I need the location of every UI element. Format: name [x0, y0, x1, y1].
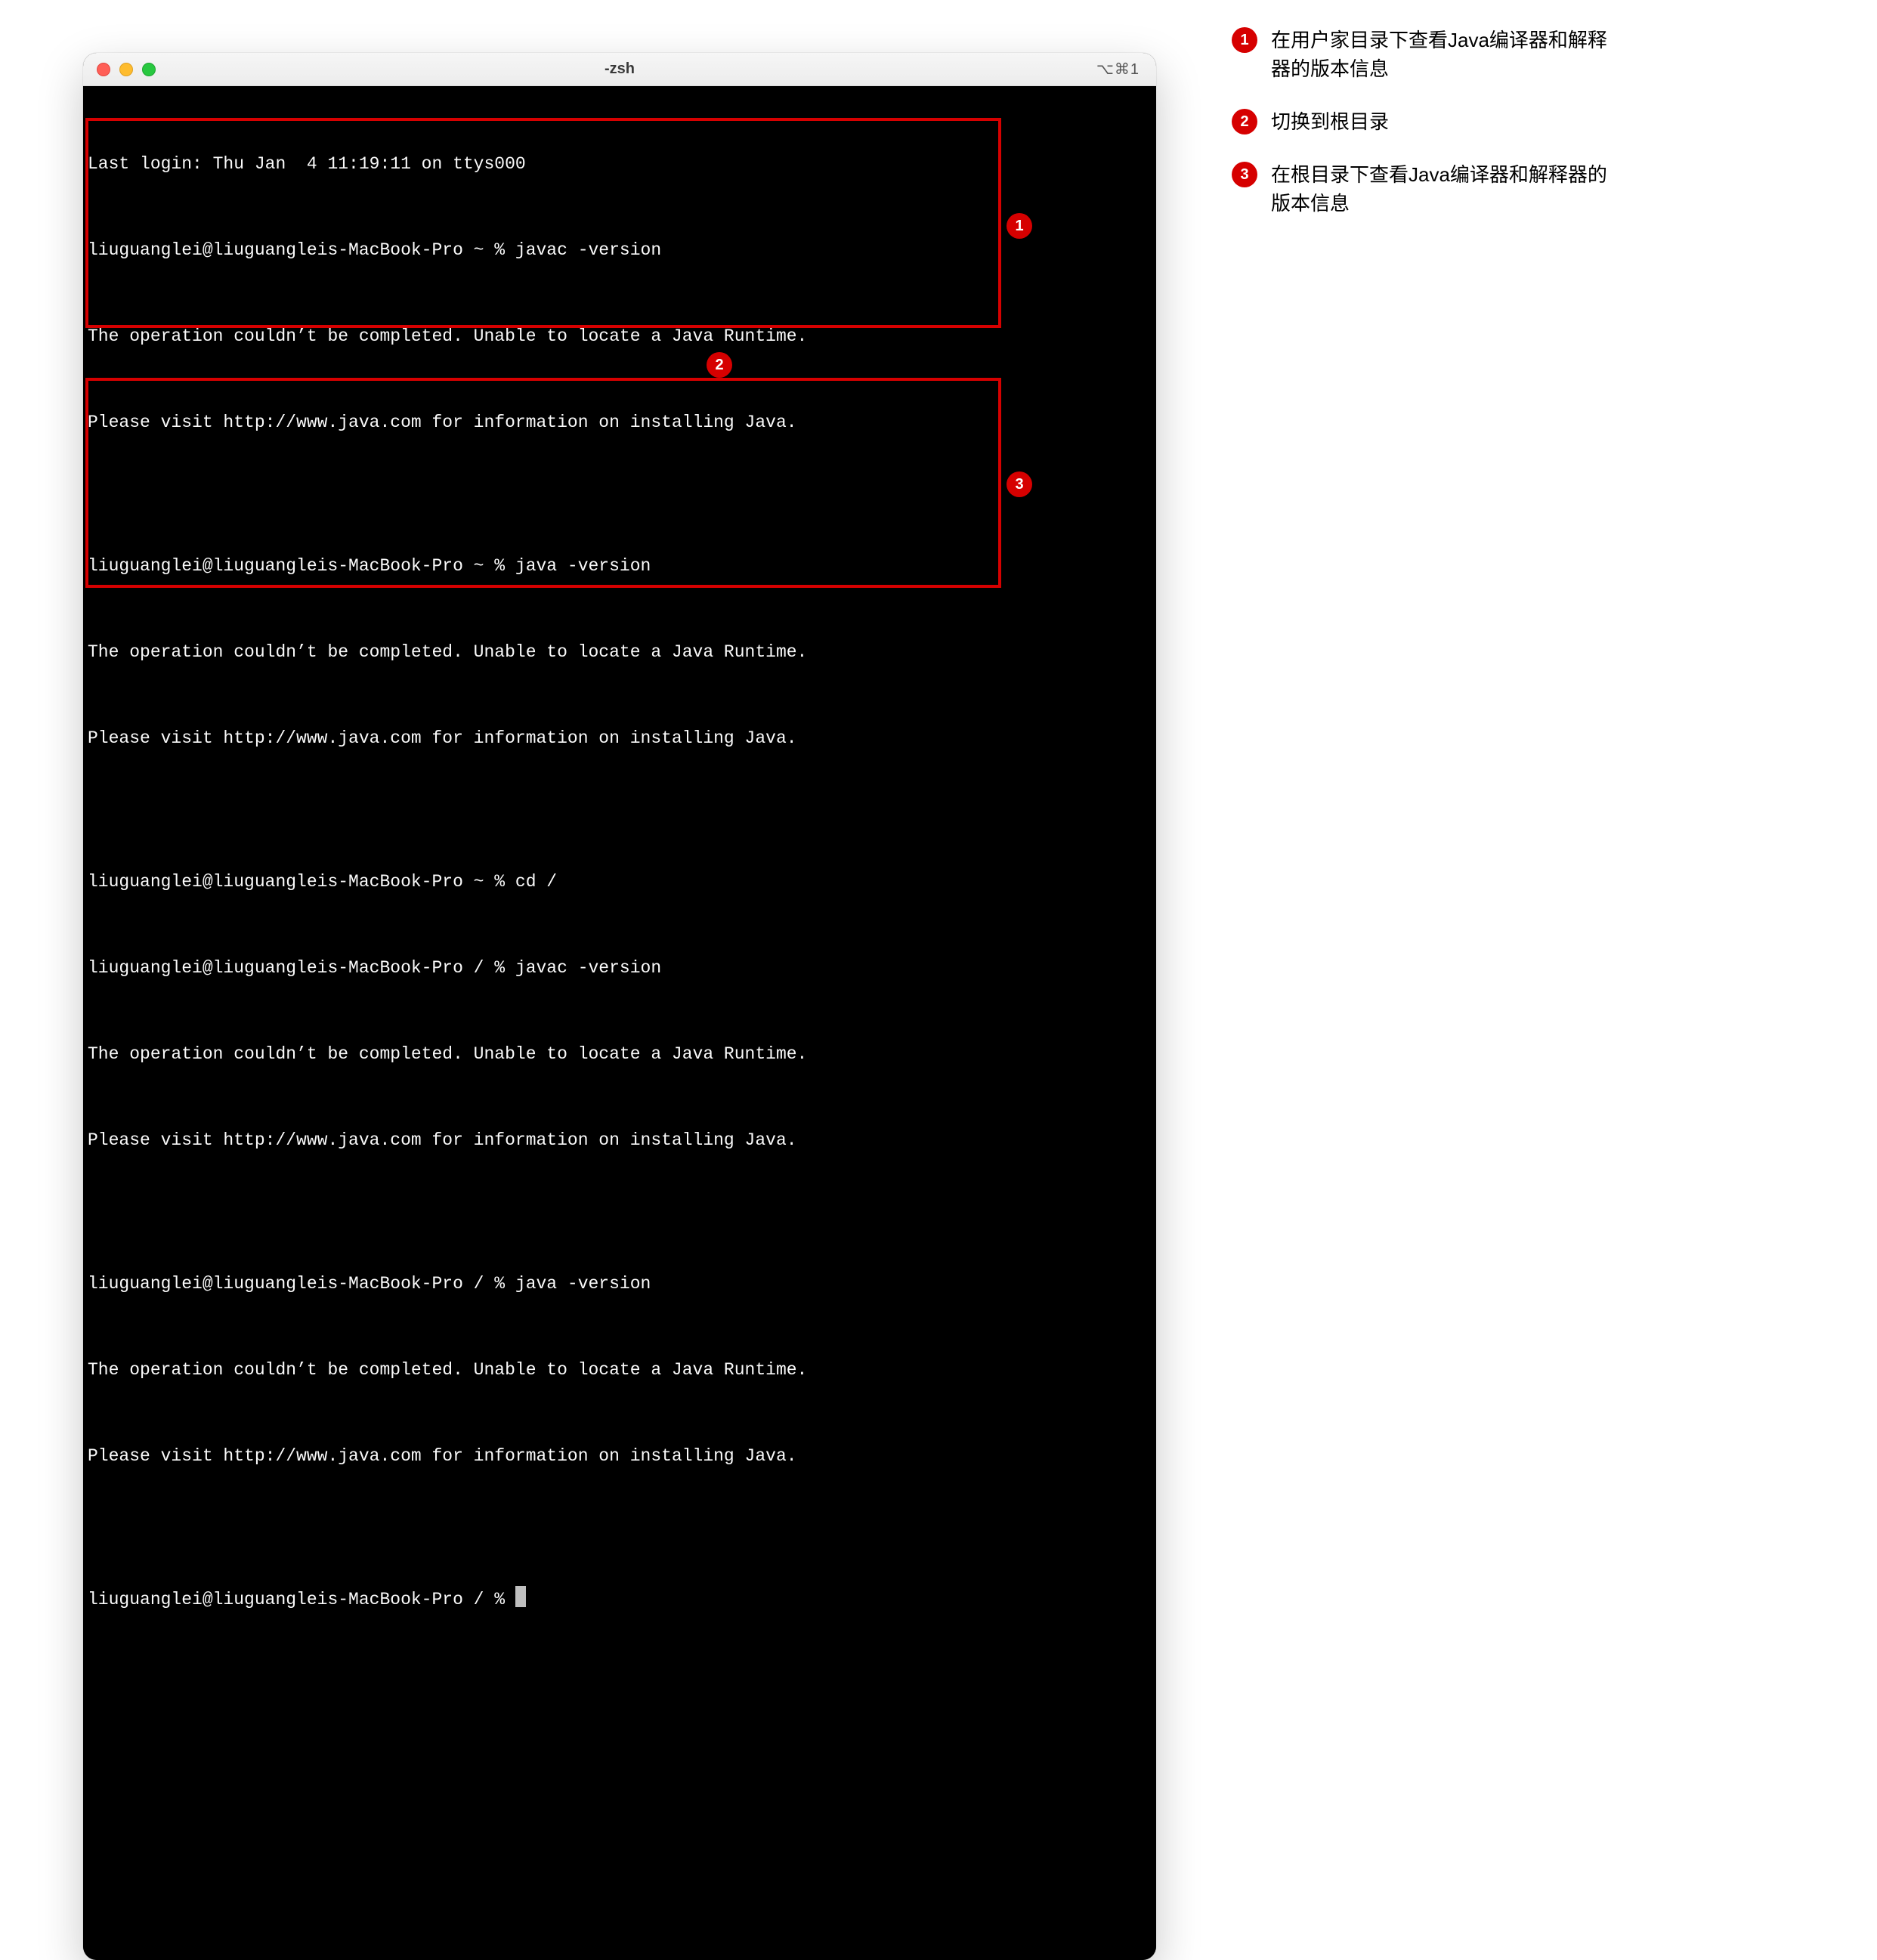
- annotation-badge-1: 1: [1007, 213, 1032, 239]
- terminal-line: Please visit http://www.java.com for inf…: [88, 408, 1152, 437]
- legend-text: 切换到根目录: [1271, 107, 1389, 136]
- close-icon[interactable]: [97, 63, 110, 76]
- annotation-badge-3: 3: [1007, 471, 1032, 497]
- legend-badge: 1: [1232, 27, 1257, 53]
- terminal-line: The operation couldn’t be completed. Una…: [88, 322, 1152, 351]
- window-titlebar: -zsh ⌥⌘1: [83, 53, 1156, 86]
- minimize-icon[interactable]: [119, 63, 133, 76]
- cursor-icon: [515, 1586, 526, 1607]
- terminal-line: Please visit http://www.java.com for inf…: [88, 1126, 1152, 1155]
- terminal-line: The operation couldn’t be completed. Una…: [88, 1040, 1152, 1068]
- legend-item: 1 在用户家目录下查看Java编译器和解释器的版本信息: [1232, 26, 1640, 83]
- legend-text: 在根目录下查看Java编译器和解释器的版本信息: [1271, 160, 1619, 218]
- legend-item: 2 切换到根目录: [1232, 107, 1640, 136]
- window-title: -zsh: [83, 60, 1156, 78]
- terminal-line: liuguanglei@liuguangleis-MacBook-Pro ~ %…: [88, 867, 1152, 896]
- terminal-line: liuguanglei@liuguangleis-MacBook-Pro ~ %…: [88, 552, 1152, 580]
- terminal-line: liuguanglei@liuguangleis-MacBook-Pro / %…: [88, 954, 1152, 982]
- terminal-window: -zsh ⌥⌘1 Last login: Thu Jan 4 11:19:11 …: [83, 53, 1156, 1960]
- legend-item: 3 在根目录下查看Java编译器和解释器的版本信息: [1232, 160, 1640, 218]
- legend: 1 在用户家目录下查看Java编译器和解释器的版本信息 2 切换到根目录 3 在…: [1232, 26, 1640, 242]
- legend-text: 在用户家目录下查看Java编译器和解释器的版本信息: [1271, 26, 1619, 83]
- legend-badge: 3: [1232, 162, 1257, 187]
- terminal-line: liuguanglei@liuguangleis-MacBook-Pro / %…: [88, 1269, 1152, 1298]
- annotation-badge-2: 2: [707, 352, 732, 378]
- legend-badge: 2: [1232, 109, 1257, 134]
- terminal-line: Last login: Thu Jan 4 11:19:11 on ttys00…: [88, 150, 1152, 178]
- terminal-line: The operation couldn’t be completed. Una…: [88, 1356, 1152, 1384]
- window-shortcut: ⌥⌘1: [1096, 60, 1139, 79]
- terminal-line: liuguanglei@liuguangleis-MacBook-Pro / %: [88, 1585, 1152, 1614]
- zoom-icon[interactable]: [142, 63, 156, 76]
- terminal-body[interactable]: Last login: Thu Jan 4 11:19:11 on ttys00…: [83, 86, 1156, 1960]
- terminal-line: Please visit http://www.java.com for inf…: [88, 1442, 1152, 1470]
- terminal-line: Please visit http://www.java.com for inf…: [88, 724, 1152, 753]
- terminal-prompt: liuguanglei@liuguangleis-MacBook-Pro / %: [88, 1590, 515, 1609]
- terminal-line: liuguanglei@liuguangleis-MacBook-Pro ~ %…: [88, 236, 1152, 264]
- traffic-lights: [97, 63, 156, 76]
- terminal-line: The operation couldn’t be completed. Una…: [88, 638, 1152, 666]
